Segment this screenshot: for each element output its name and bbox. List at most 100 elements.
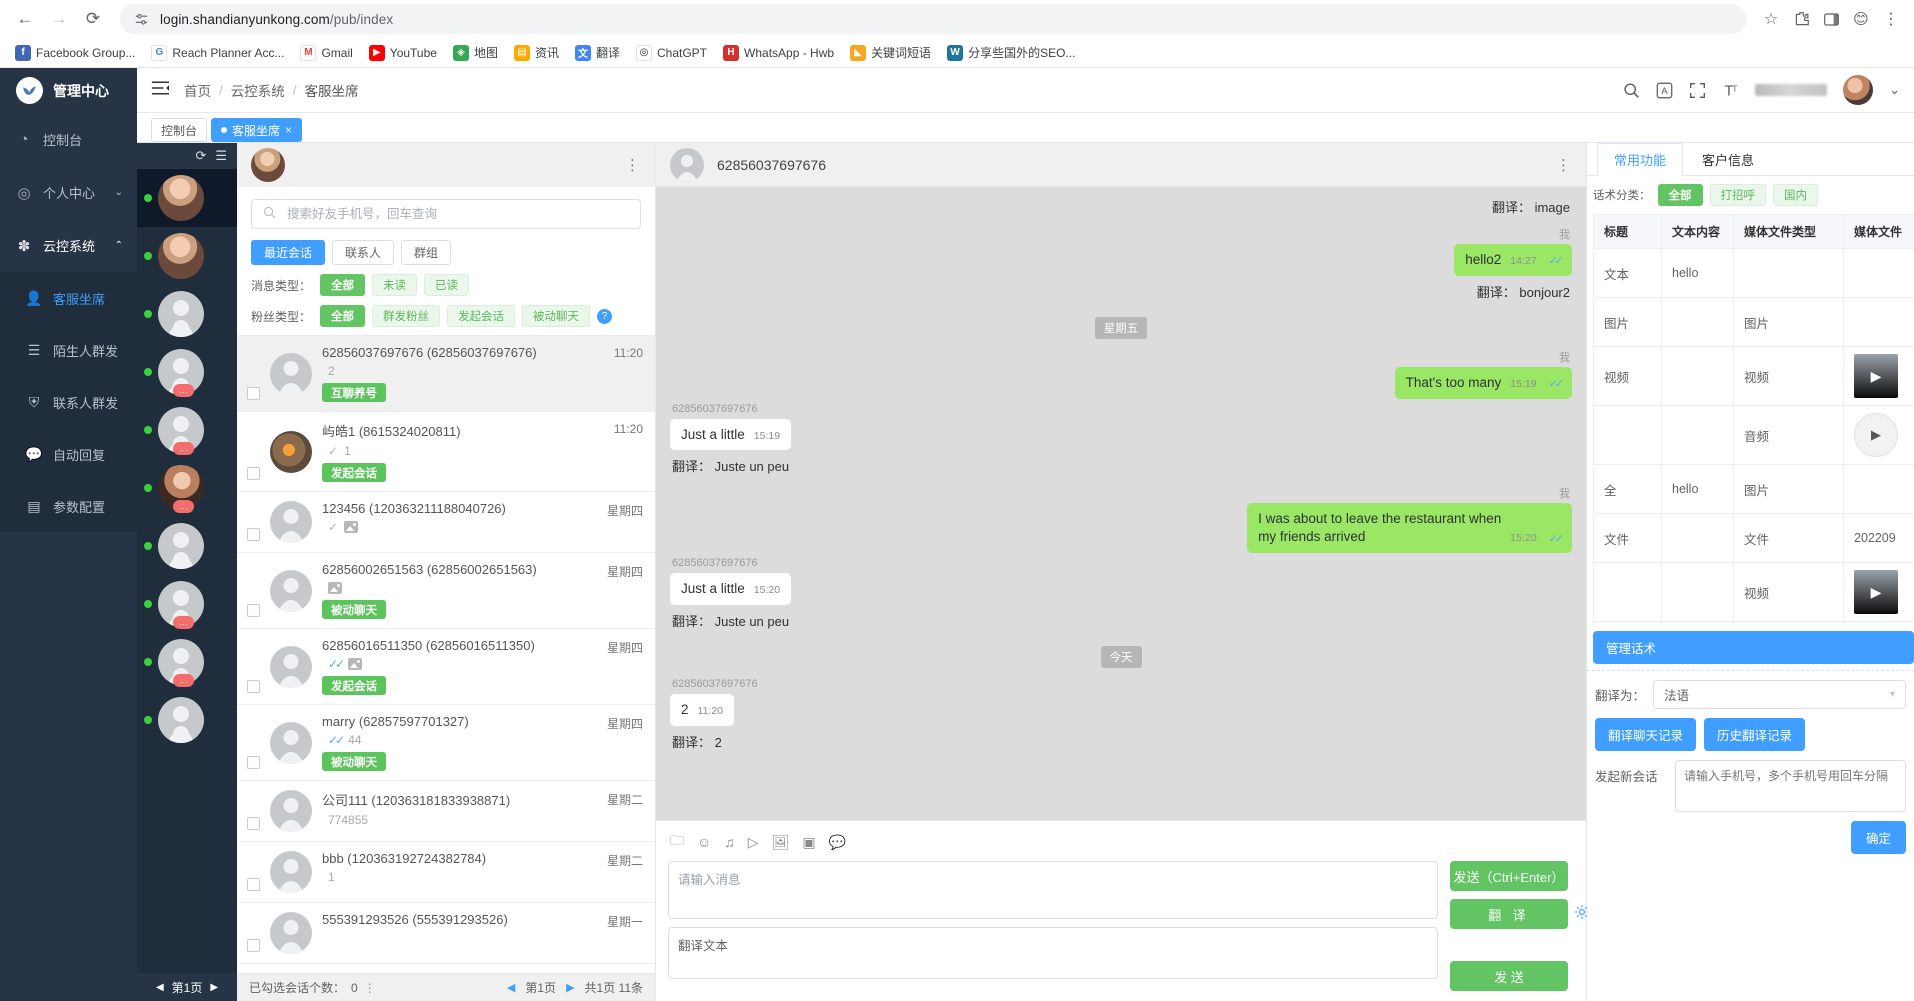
page-tab-0[interactable]: 控制台 bbox=[151, 118, 207, 142]
extensions-icon[interactable] bbox=[1788, 6, 1814, 32]
phone-numbers-input[interactable] bbox=[1675, 760, 1906, 812]
device-row[interactable] bbox=[137, 285, 237, 343]
bookmark-item[interactable]: HWhatsApp - Hwb bbox=[716, 43, 841, 63]
device-row[interactable] bbox=[137, 517, 237, 575]
sidebar-collapse-icon[interactable] bbox=[151, 80, 170, 101]
reload-button[interactable]: ⟳ bbox=[78, 4, 108, 34]
device-next-page[interactable]: ▶ bbox=[210, 982, 218, 993]
confirm-button[interactable]: 确定 bbox=[1851, 821, 1906, 854]
message-bubble[interactable]: I was about to leave the restaurant when… bbox=[1247, 503, 1572, 553]
send-button[interactable]: 发送（Ctrl+Enter） bbox=[1450, 861, 1568, 891]
conversation-item[interactable]: 62856016511350 (62856016511350)✓✓发起会话星期四 bbox=[237, 629, 655, 705]
message-bubble[interactable]: Just a little15:20 bbox=[670, 573, 791, 605]
script-filter-0[interactable]: 全部 bbox=[1658, 184, 1703, 206]
device-row[interactable] bbox=[137, 227, 237, 285]
bookmark-item[interactable]: ▤资讯 bbox=[507, 42, 566, 63]
conversation-segment-1[interactable]: 联系人 bbox=[332, 240, 394, 265]
device-row[interactable] bbox=[137, 169, 237, 227]
device-row[interactable]: … bbox=[137, 459, 237, 517]
next-page-button[interactable]: ▶ bbox=[566, 981, 574, 994]
bookmark-item[interactable]: 文翻译 bbox=[568, 42, 627, 63]
chrome-menu-icon[interactable]: ⋮ bbox=[1878, 6, 1904, 32]
conversation-checkbox[interactable] bbox=[247, 817, 260, 830]
message-list[interactable]: 翻译： image我hello214:27✓✓翻译： bonjour2星期五我T… bbox=[656, 187, 1586, 820]
side-panel-icon[interactable] bbox=[1818, 6, 1844, 32]
bookmark-item[interactable]: ◈地图 bbox=[446, 42, 505, 63]
breadcrumb-item[interactable]: 云控系统 bbox=[231, 80, 285, 100]
music-icon[interactable]: ♫ bbox=[724, 834, 735, 850]
list-icon[interactable]: ☰ bbox=[215, 148, 227, 164]
fan-type-pill-0[interactable]: 全部 bbox=[320, 305, 365, 327]
conversation-checkbox[interactable] bbox=[247, 387, 260, 400]
video-thumbnail[interactable]: ▶ bbox=[1854, 354, 1898, 398]
chevron-down-icon[interactable]: ⌄ bbox=[1889, 82, 1900, 98]
image-icon[interactable]: 🖼 bbox=[772, 834, 790, 851]
video-icon[interactable]: ▷ bbox=[748, 834, 759, 851]
translate-button[interactable]: 翻 译 bbox=[1450, 899, 1568, 929]
message-bubble[interactable]: That's too many15:19✓✓ bbox=[1395, 367, 1572, 399]
page-tab-1[interactable]: 客服坐席× bbox=[211, 118, 302, 142]
conversation-item[interactable]: marry (62857597701327)✓✓44被动聊天星期四 bbox=[237, 705, 655, 781]
bookmark-item[interactable]: ◣关键词短语 bbox=[843, 42, 938, 63]
prev-page-button[interactable]: ◀ bbox=[507, 981, 515, 994]
quote-icon[interactable]: 💬 bbox=[829, 834, 846, 851]
emoji-icon[interactable]: ☺ bbox=[697, 834, 711, 850]
right-tab-0[interactable]: 常用功能 bbox=[1597, 143, 1683, 175]
device-list[interactable]: …………… bbox=[137, 169, 237, 973]
site-settings-icon[interactable] bbox=[132, 10, 150, 28]
fan-type-pill-1[interactable]: 群发粉丝 bbox=[372, 305, 440, 327]
device-row[interactable] bbox=[137, 691, 237, 749]
close-icon[interactable]: × bbox=[285, 123, 292, 137]
conversation-item[interactable]: 62856002651563 (62856002651563)被动聊天星期四 bbox=[237, 553, 655, 629]
device-row[interactable]: … bbox=[137, 575, 237, 633]
message-type-pill-1[interactable]: 未读 bbox=[372, 274, 417, 296]
footer-more-icon[interactable]: ⋮ bbox=[364, 981, 377, 995]
address-bar[interactable]: login.shandianyunkong.com/pub/index bbox=[120, 4, 1746, 34]
conversation-item[interactable]: 62856037697676 (62856037697676)2互聊养号11:2… bbox=[237, 336, 655, 412]
sidebar-subitem-1[interactable]: ☰陌生人群发 bbox=[0, 324, 137, 376]
conversation-checkbox[interactable] bbox=[247, 467, 260, 480]
folder-icon[interactable]: 🗀 bbox=[670, 830, 684, 854]
table-row[interactable]: 视频▶ bbox=[1594, 563, 1914, 622]
fan-type-pill-2[interactable]: 发起会话 bbox=[447, 305, 515, 327]
refresh-icon[interactable]: ⟳ bbox=[195, 148, 206, 164]
forward-button[interactable]: → bbox=[44, 4, 74, 34]
message-bubble[interactable]: 211:20 bbox=[670, 694, 734, 726]
chat-more-icon[interactable]: ⋮ bbox=[1556, 156, 1572, 174]
sidebar-item-2[interactable]: ✽云控系统⌃ bbox=[0, 219, 137, 272]
audio-thumbnail[interactable]: ▶ bbox=[1854, 413, 1898, 457]
right-tab-1[interactable]: 客户信息 bbox=[1685, 143, 1771, 175]
table-row[interactable]: 全hello图片 bbox=[1594, 465, 1914, 514]
user-avatar[interactable] bbox=[1843, 75, 1873, 105]
sidebar-item-0[interactable]: ◔控制台 bbox=[0, 113, 137, 166]
conversation-item[interactable]: 555391293526 (555391293526)星期一 bbox=[237, 903, 655, 964]
table-row[interactable]: 视频视频▶ bbox=[1594, 347, 1914, 406]
sidebar-item-1[interactable]: ◎个人中心⌄ bbox=[0, 166, 137, 219]
conversation-checkbox[interactable] bbox=[247, 756, 260, 769]
conversation-item[interactable]: 123456 (120363211188040726)✓星期四 bbox=[237, 492, 655, 553]
manage-scripts-button[interactable]: 管理话术 bbox=[1593, 631, 1914, 664]
message-bubble[interactable]: Just a little15:19 bbox=[670, 419, 791, 451]
conversation-segment-2[interactable]: 群组 bbox=[401, 240, 451, 265]
message-type-pill-0[interactable]: 全部 bbox=[320, 274, 365, 296]
translation-input[interactable]: 翻译文本 bbox=[668, 927, 1438, 979]
send2-button[interactable]: 发 送 bbox=[1450, 961, 1568, 991]
bookmark-item[interactable]: MGmail bbox=[293, 43, 359, 63]
conversation-item[interactable]: 屿皓1 (8615324020811)✓1发起会话11:20 bbox=[237, 412, 655, 492]
conversation-item[interactable]: bbb (120363192724382784)1星期二 bbox=[237, 842, 655, 903]
translation-history-button[interactable]: 历史翻译记录 bbox=[1704, 718, 1805, 751]
device-row[interactable]: … bbox=[137, 401, 237, 459]
translate-history-chat-button[interactable]: 翻译聊天记录 bbox=[1595, 718, 1696, 751]
breadcrumb-item[interactable]: 客服坐席 bbox=[305, 80, 359, 100]
sidebar-subitem-0[interactable]: 👤客服坐席 bbox=[0, 272, 137, 324]
script-filter-2[interactable]: 国内 bbox=[1773, 184, 1818, 206]
search-icon[interactable] bbox=[1623, 82, 1640, 99]
font-size-icon[interactable]: TT bbox=[1722, 82, 1739, 99]
sidebar-subitem-2[interactable]: ⛨联系人群发 bbox=[0, 376, 137, 428]
bookmark-item[interactable]: W分享些国外的SEO... bbox=[940, 42, 1082, 63]
conversation-list[interactable]: 62856037697676 (62856037697676)2互聊养号11:2… bbox=[237, 335, 655, 973]
table-row[interactable]: 音频▶ bbox=[1594, 406, 1914, 465]
bookmark-item[interactable]: ◎ChatGPT bbox=[629, 43, 714, 63]
bookmark-item[interactable]: ▶YouTube bbox=[362, 43, 444, 63]
conversation-segment-0[interactable]: 最近会话 bbox=[251, 240, 325, 265]
